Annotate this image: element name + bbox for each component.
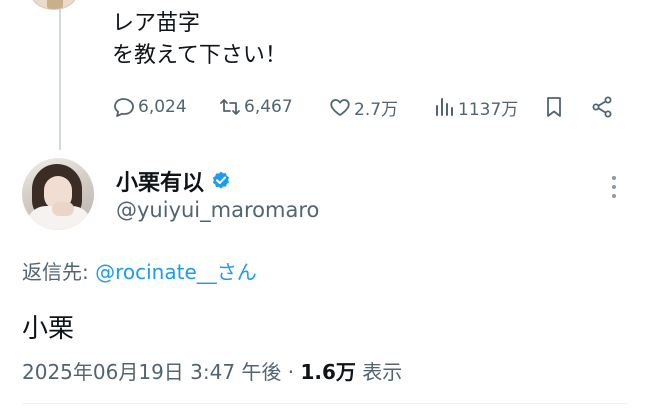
views-icon — [436, 98, 453, 116]
author-name-row: 小栗有以 — [116, 165, 232, 197]
bookmark-button[interactable] — [542, 90, 568, 124]
parent-tweet-line-2: を教えて下さい！ — [112, 43, 287, 68]
reply-to-line: 返信先: @rocinate__さん — [22, 256, 257, 285]
author-handle[interactable]: @yuiyui_maromaro — [116, 198, 319, 222]
reply-tweet-text: 小栗 — [22, 314, 75, 344]
tweet-timestamp[interactable]: 2025年06月19日 3:47 午後 · — [22, 360, 301, 384]
reply-to-prefix: 返信先: — [22, 260, 96, 284]
views-button[interactable]: 1137万 — [432, 90, 518, 124]
parent-tweet-text: レア苗字 を教えて下さい！ — [112, 8, 287, 72]
share-icon — [592, 96, 612, 118]
reply-count: 6,024 — [138, 97, 187, 117]
views-count: 1137万 — [458, 99, 519, 120]
thread-connector-line — [59, 0, 61, 150]
divider — [22, 403, 628, 404]
like-icon — [330, 99, 350, 116]
tweet-view-count: 1.6万 — [300, 360, 356, 384]
verified-badge-icon — [212, 171, 230, 189]
retweet-icon — [220, 99, 240, 115]
bookmark-icon — [547, 97, 561, 117]
reply-icon — [114, 98, 134, 117]
tweet-metadata: 2025年06月19日 3:47 午後 · 1.6万 表示 — [22, 356, 402, 385]
parent-avatar[interactable] — [30, 0, 78, 10]
retweet-button[interactable]: 6,467 — [218, 90, 293, 124]
author-name[interactable]: 小栗有以 — [116, 165, 204, 197]
like-button[interactable]: 2.7万 — [328, 90, 398, 124]
like-count: 2.7万 — [354, 99, 399, 120]
retweet-count: 6,467 — [244, 97, 293, 117]
tweet-view-label: 表示 — [355, 360, 403, 384]
parent-tweet-line-1: レア苗字 — [112, 11, 201, 36]
reply-to-mention[interactable]: @rocinate__さん — [95, 260, 257, 284]
tweet-action-bar: 6,024 6,467 2.7万 1137万 — [112, 90, 622, 124]
author-avatar[interactable] — [22, 158, 94, 230]
reply-button[interactable]: 6,024 — [112, 90, 187, 124]
more-options-icon[interactable] — [608, 176, 620, 204]
share-button[interactable] — [590, 90, 616, 124]
